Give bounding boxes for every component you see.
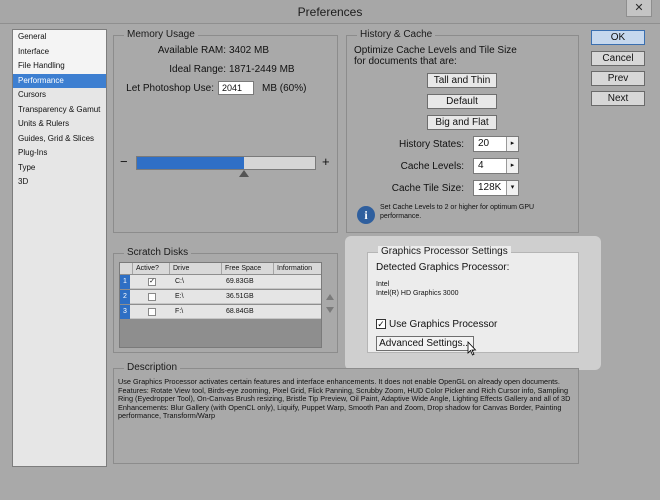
default-button[interactable]: Default — [427, 94, 497, 109]
mouse-cursor-icon — [467, 341, 477, 356]
scratch-disks-table: Active? Drive Free Space Information 1 ✓… — [119, 262, 322, 348]
table-row[interactable]: 2 E:\ 36.51GB — [120, 290, 321, 304]
table-row[interactable]: 1 ✓ C:\ 69.83GB — [120, 275, 321, 289]
photoshop-use-suffix: MB (60%) — [262, 83, 307, 94]
memory-slider-fill — [137, 157, 244, 169]
column-header-index — [120, 263, 133, 274]
move-down-icon[interactable] — [326, 307, 334, 313]
sidebar-item-guides-grid-slices[interactable]: Guides, Grid & Slices — [13, 132, 106, 147]
sidebar-item-interface[interactable]: Interface — [13, 44, 106, 59]
gpu-tip-text: Set Cache Levels to 2 or higher for opti… — [380, 204, 535, 220]
ideal-range-label: Ideal Range: — [169, 64, 226, 75]
cache-tile-size-select[interactable]: 128K ▾ — [473, 180, 519, 196]
column-header-information[interactable]: Information — [274, 263, 321, 274]
stepper-arrow-icon[interactable]: ▸ — [506, 159, 518, 173]
cancel-button[interactable]: Cancel — [591, 51, 645, 66]
history-states-stepper[interactable]: 20 ▸ — [473, 136, 519, 152]
column-header-free-space[interactable]: Free Space — [222, 263, 274, 274]
free-space-cell: 68.84GB — [226, 308, 254, 315]
drive-cell: E:\ — [175, 293, 184, 300]
sidebar-item-plug-ins[interactable]: Plug-Ins — [13, 146, 106, 161]
active-checkbox[interactable]: ✓ — [148, 278, 156, 286]
stepper-arrow-icon[interactable]: ▸ — [506, 137, 518, 151]
history-cache-group: History & Cache Optimize Cache Levels an… — [346, 29, 579, 233]
use-gpu-label: Use Graphics Processor — [389, 319, 498, 330]
increase-memory-button[interactable]: + — [322, 154, 330, 169]
chevron-down-icon: ▾ — [506, 181, 518, 195]
description-group: Description Use Graphics Processor activ… — [113, 362, 579, 464]
sidebar-item-performance[interactable]: Performance — [13, 73, 106, 88]
cache-levels-stepper[interactable]: 4 ▸ — [473, 158, 519, 174]
history-states-label: History States: — [398, 139, 464, 150]
scratch-disks-title: Scratch Disks — [124, 247, 192, 258]
title-bar: Preferences ✕ — [0, 0, 660, 24]
sidebar-item-type[interactable]: Type — [13, 161, 106, 176]
description-paragraph: Use Graphics Processor activates certain… — [118, 377, 571, 404]
active-checkbox[interactable] — [148, 293, 156, 301]
free-space-cell: 36.51GB — [226, 293, 254, 300]
gpu-model: Intel(R) HD Graphics 3000 — [376, 290, 459, 297]
photoshop-use-label: Let Photoshop Use: — [126, 83, 214, 94]
column-header-active[interactable]: Active? — [133, 263, 170, 274]
graphics-processor-group: Graphics Processor Settings Detected Gra… — [367, 246, 579, 353]
history-cache-title: History & Cache — [357, 29, 436, 40]
description-text: Use Graphics Processor activates certain… — [118, 377, 576, 421]
tall-and-thin-button[interactable]: Tall and Thin — [427, 73, 497, 88]
active-checkbox[interactable] — [148, 308, 156, 316]
sidebar-item-general[interactable]: General — [13, 30, 106, 45]
move-up-icon[interactable] — [326, 294, 334, 300]
memory-slider[interactable] — [136, 156, 316, 170]
cache-levels-value: 4 — [478, 160, 484, 171]
cache-tile-size-value: 128K — [478, 182, 502, 193]
table-row[interactable]: 3 F:\ 68.84GB — [120, 305, 321, 319]
detected-gpu-label: Detected Graphics Processor: — [376, 262, 510, 273]
advanced-settings-button[interactable]: Advanced Settings... — [376, 336, 474, 351]
description-title: Description — [124, 362, 181, 373]
memory-usage-group: Memory Usage Available RAM: 3402 MB Idea… — [113, 29, 338, 233]
memory-slider-thumb[interactable] — [239, 170, 249, 177]
big-and-flat-button[interactable]: Big and Flat — [427, 115, 497, 130]
memory-usage-title: Memory Usage — [124, 29, 198, 40]
cache-tile-size-label: Cache Tile Size: — [391, 183, 464, 194]
description-enhancements: Enhancements: Blur Gallery (with OpenCL … — [118, 402, 562, 421]
info-icon: i — [357, 206, 375, 224]
free-space-cell: 69.83GB — [226, 278, 254, 285]
decrease-memory-button[interactable]: − — [120, 154, 128, 169]
row-number: 3 — [120, 305, 130, 319]
gpu-vendor: Intel — [376, 281, 390, 288]
use-gpu-checkbox[interactable]: ✓ — [376, 319, 386, 329]
sidebar-item-cursors[interactable]: Cursors — [13, 88, 106, 103]
row-number: 1 — [120, 275, 130, 289]
drive-cell: F:\ — [175, 308, 184, 315]
available-ram-value: 3402 MB — [229, 45, 270, 56]
cache-levels-label: Cache Levels: — [400, 161, 464, 172]
prev-button[interactable]: Prev — [591, 71, 645, 86]
sidebar-item-3d[interactable]: 3D — [13, 175, 106, 190]
sidebar-item-transparency-gamut[interactable]: Transparency & Gamut — [13, 103, 106, 118]
sidebar-item-file-handling[interactable]: File Handling — [13, 59, 106, 74]
drive-cell: C:\ — [175, 278, 184, 285]
photoshop-use-input[interactable]: 2041 — [218, 81, 254, 95]
preferences-sidebar: General Interface File Handling Performa… — [12, 29, 107, 467]
row-number: 2 — [120, 290, 130, 304]
history-states-value: 20 — [478, 138, 490, 149]
ok-button[interactable]: OK — [591, 30, 645, 45]
available-ram-label: Available RAM: — [157, 45, 226, 56]
close-button[interactable]: ✕ — [626, 0, 652, 17]
window-title: Preferences — [297, 5, 363, 19]
ideal-range-value: 1871-2449 MB — [229, 64, 295, 75]
column-header-drive[interactable]: Drive — [170, 263, 222, 274]
cache-optimize-text: Optimize Cache Levels and Tile Size for … — [354, 45, 517, 67]
graphics-processor-title: Graphics Processor Settings — [378, 246, 511, 257]
sidebar-item-units-rulers[interactable]: Units & Rulers — [13, 117, 106, 132]
next-button[interactable]: Next — [591, 91, 645, 106]
scratch-disks-group: Scratch Disks Active? Drive Free Space I… — [113, 247, 338, 353]
